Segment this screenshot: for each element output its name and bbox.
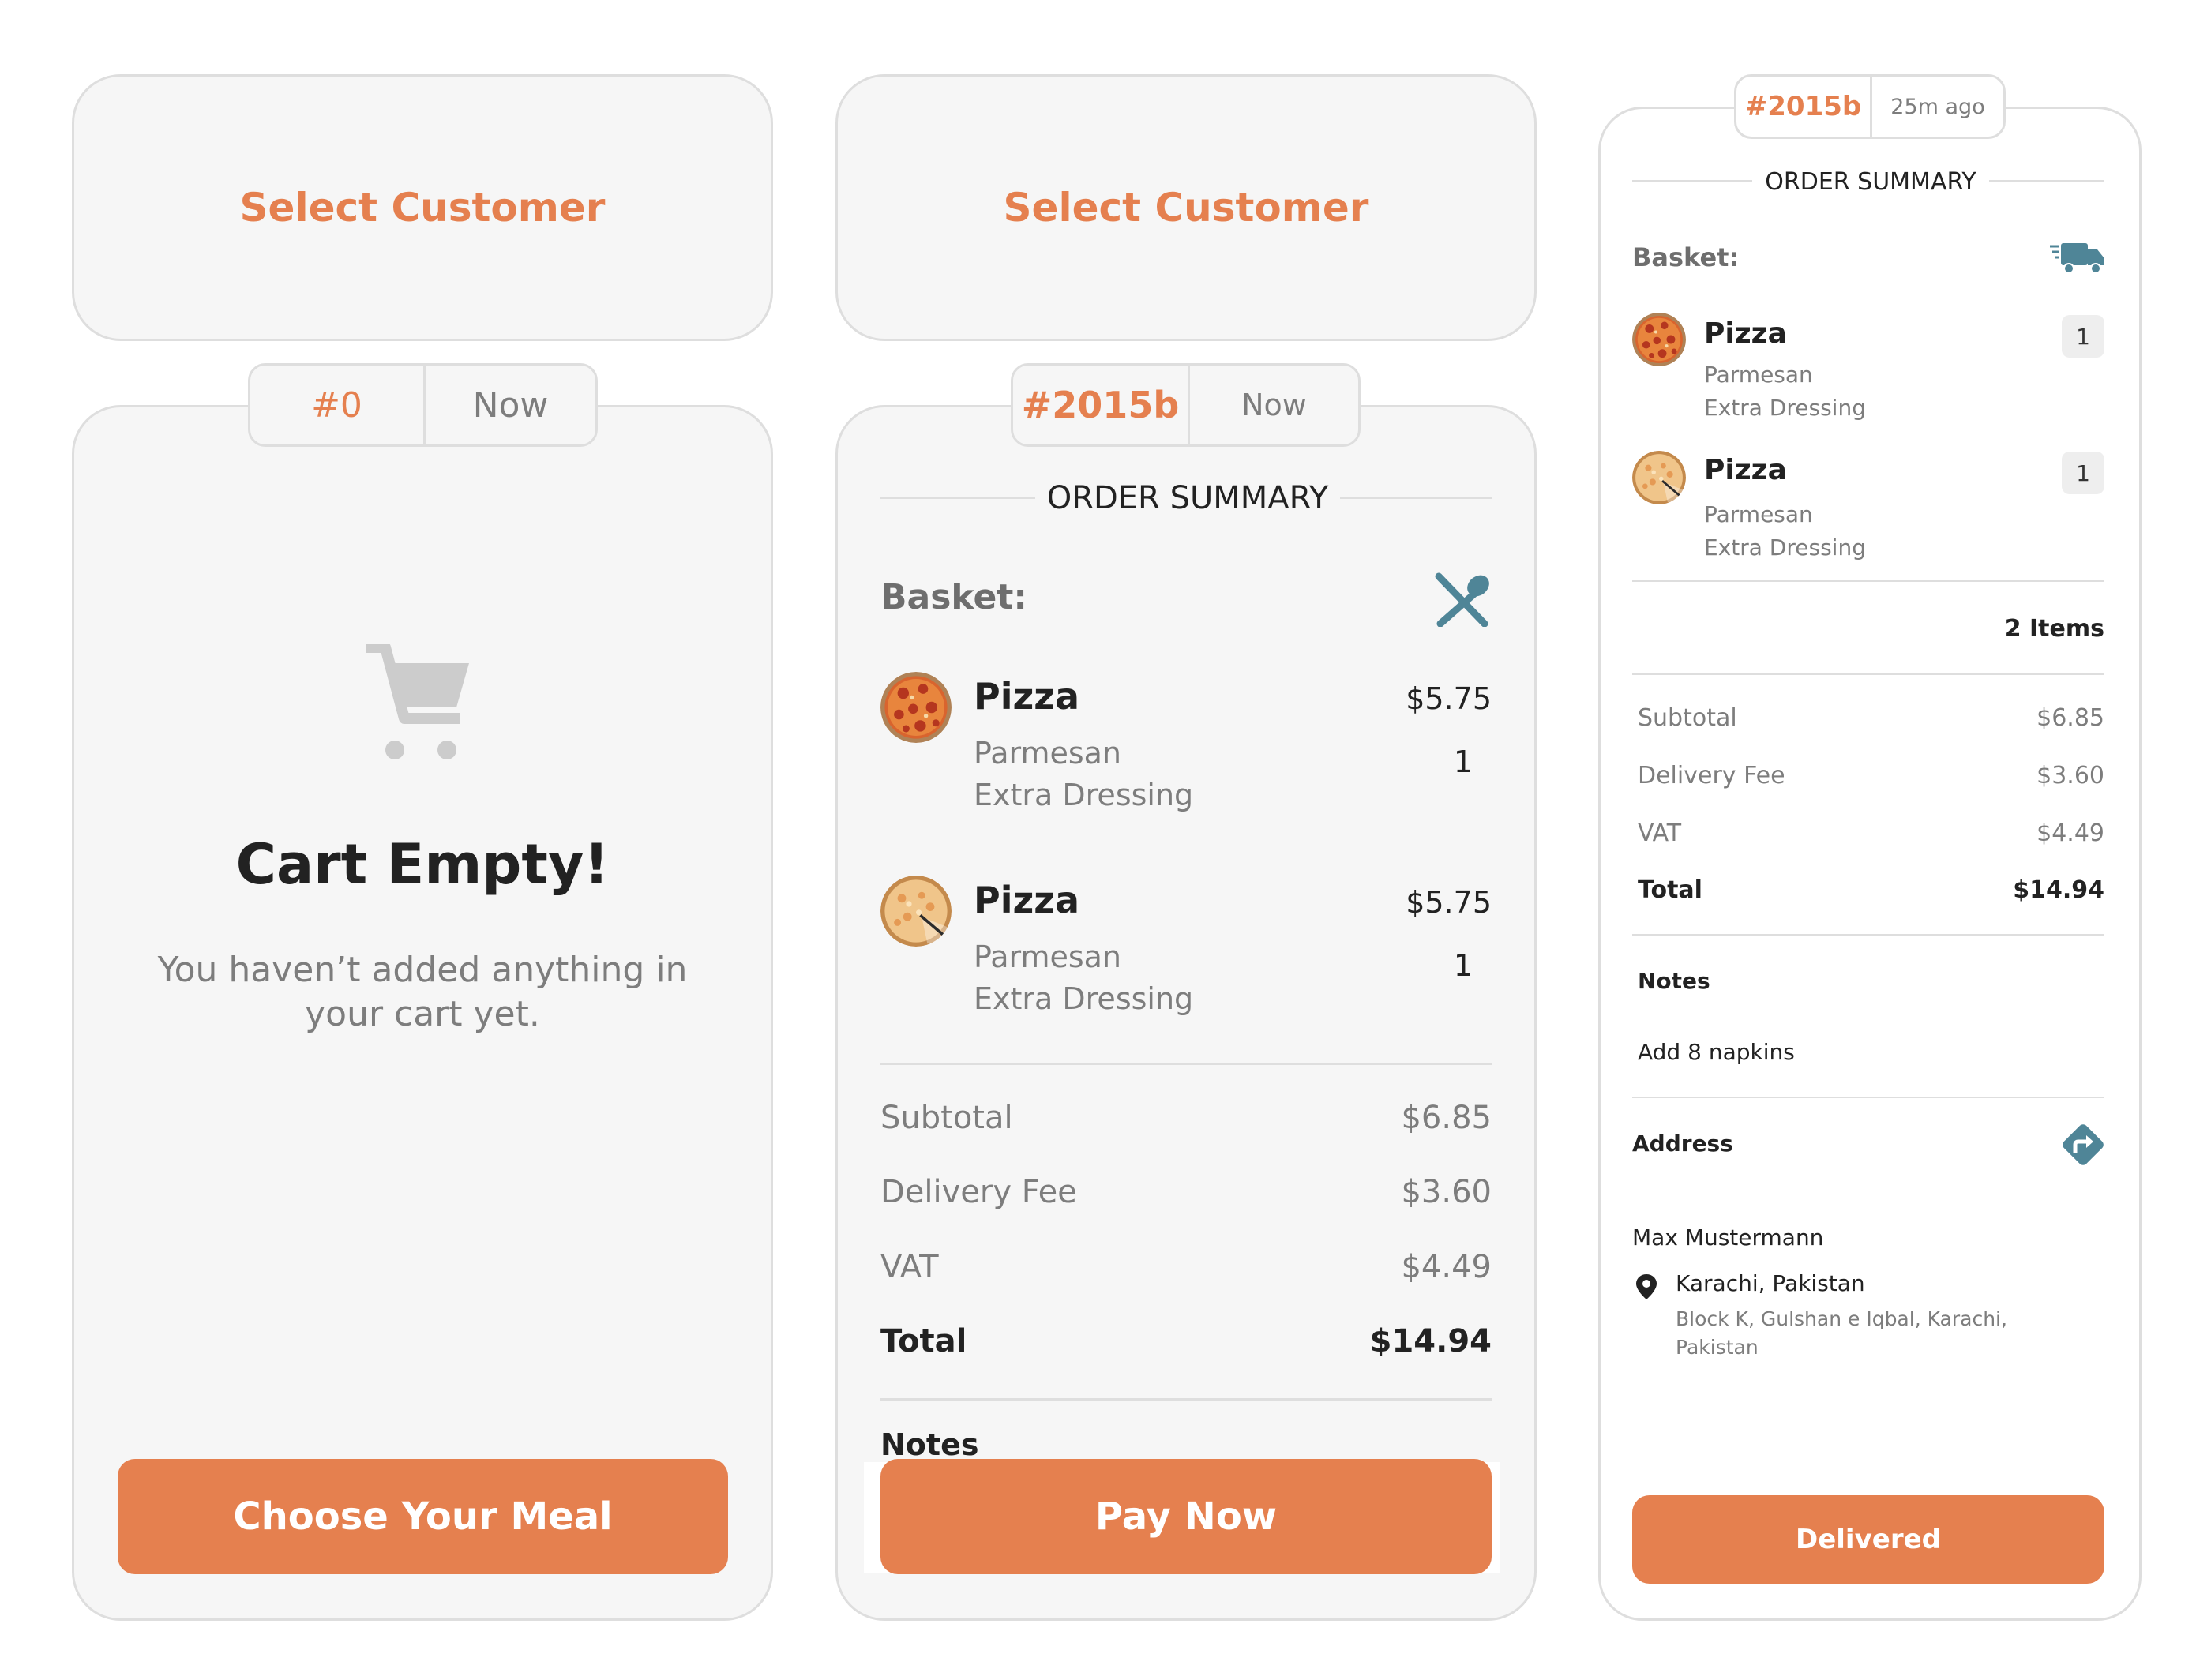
pizza-image: [1632, 451, 1686, 504]
notes-label: Notes: [1638, 968, 1710, 994]
empty-title: Cart Empty!: [235, 832, 610, 897]
delivery-fee-value: $3.60: [2036, 762, 2104, 789]
item-price: $5.75: [1406, 885, 1492, 920]
basket-label: Basket:: [1632, 242, 1740, 272]
item-quantity: 1: [1453, 744, 1473, 779]
divider: [1632, 580, 2104, 582]
order-number: #2015b: [1736, 77, 1872, 137]
subtotal-label: Subtotal: [880, 1100, 1013, 1136]
notes-text: Add 8 napkins: [1638, 1039, 1795, 1065]
item-option: Extra Dressing: [1704, 534, 1866, 561]
order-number: #2015b: [1013, 366, 1190, 444]
choose-meal-button[interactable]: Choose Your Meal: [118, 1459, 728, 1574]
address-street-line1: Block K, Gulshan e Iqbal, Karachi,: [1676, 1307, 2007, 1330]
order-time: 25m ago: [1890, 94, 1985, 119]
order-badge: #0 Now: [248, 363, 598, 447]
select-customer-label: Select Customer: [239, 185, 606, 231]
item-name: Pizza: [1704, 317, 1787, 350]
divider: [1632, 673, 2104, 675]
item-option: Parmesan: [974, 736, 1122, 771]
subtotal-value: $6.85: [1401, 1100, 1492, 1136]
order-time: Now: [472, 384, 549, 426]
pizza-image: [1632, 313, 1686, 366]
item-quantity: 1: [2062, 315, 2104, 358]
vat-value: $4.49: [1401, 1249, 1492, 1285]
items-count: 2 Items: [2004, 615, 2104, 643]
section-title: ORDER SUMMARY: [1046, 480, 1329, 516]
pay-now-label: Pay Now: [1094, 1494, 1278, 1539]
delivery-fee-value: $3.60: [1401, 1174, 1492, 1210]
select-customer-button[interactable]: Select Customer: [835, 74, 1537, 341]
pay-now-button[interactable]: Pay Now: [880, 1459, 1492, 1574]
pizza-image: [880, 672, 952, 743]
item-option: Extra Dressing: [1704, 395, 1866, 421]
total-label: Total: [1638, 876, 1702, 904]
divider: [880, 497, 1035, 499]
item-option: Parmesan: [1704, 362, 1813, 388]
section-title: ORDER SUMMARY: [1765, 167, 1976, 196]
delivery-fee-label: Delivery Fee: [1638, 762, 1785, 789]
total-value: $14.94: [2013, 876, 2104, 904]
divider: [880, 1398, 1492, 1401]
divider: [1340, 497, 1492, 499]
item-name: Pizza: [1704, 454, 1787, 486]
delivered-button[interactable]: Delivered: [1632, 1495, 2104, 1584]
order-badge: #2015b Now: [1011, 363, 1361, 447]
choose-meal-label: Choose Your Meal: [233, 1494, 613, 1539]
empty-message-line1: You haven’t added anything in: [157, 949, 688, 990]
order-number: #0: [250, 366, 426, 444]
address-city: Karachi, Pakistan: [1676, 1270, 1865, 1296]
delivered-label: Delivered: [1796, 1524, 1941, 1555]
directions-icon[interactable]: [2059, 1121, 2107, 1168]
cart-icon: [365, 642, 472, 763]
subtotal-value: $6.85: [2036, 704, 2104, 732]
divider: [1632, 1097, 2104, 1098]
delivery-truck-icon: [2050, 242, 2105, 275]
basket-label: Basket:: [880, 577, 1027, 617]
vat-label: VAT: [880, 1249, 939, 1285]
subtotal-label: Subtotal: [1638, 704, 1737, 732]
empty-message-line2: your cart yet.: [305, 993, 540, 1034]
total-label: Total: [880, 1323, 967, 1359]
divider: [1632, 180, 1752, 182]
item-name: Pizza: [974, 879, 1080, 921]
select-customer-button[interactable]: Select Customer: [72, 74, 773, 341]
divider: [880, 1063, 1492, 1065]
delivery-fee-label: Delivery Fee: [880, 1174, 1077, 1210]
customer-name: Max Mustermann: [1632, 1224, 1824, 1251]
utensils-icon: [1432, 572, 1492, 628]
address-label: Address: [1632, 1131, 1733, 1157]
address-street-line2: Pakistan: [1676, 1336, 1759, 1359]
notes-label: Notes: [880, 1427, 979, 1462]
item-price: $5.75: [1406, 681, 1492, 716]
item-name: Pizza: [974, 675, 1080, 718]
vat-label: VAT: [1638, 819, 1682, 847]
total-value: $14.94: [1369, 1323, 1492, 1359]
item-option: Parmesan: [974, 939, 1122, 974]
item-quantity: 1: [2062, 452, 2104, 494]
item-option: Extra Dressing: [974, 778, 1194, 812]
item-option: Parmesan: [1704, 501, 1813, 527]
divider: [1989, 180, 2104, 182]
location-pin-icon: [1635, 1273, 1658, 1301]
select-customer-label: Select Customer: [1003, 185, 1369, 231]
pizza-image: [880, 876, 952, 947]
order-badge: #2015b 25m ago: [1734, 74, 2006, 139]
divider: [1632, 934, 2104, 936]
item-quantity: 1: [1453, 948, 1473, 983]
item-option: Extra Dressing: [974, 981, 1194, 1016]
vat-value: $4.49: [2036, 819, 2104, 847]
order-time: Now: [1241, 388, 1307, 422]
